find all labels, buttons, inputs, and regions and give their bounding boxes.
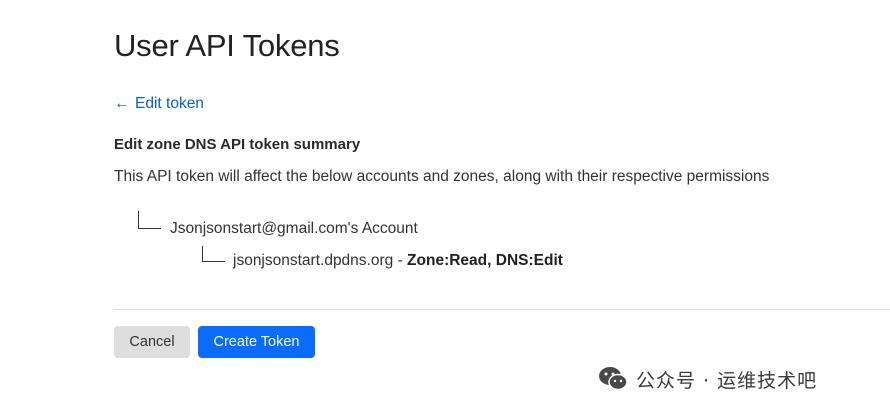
- zone-separator: -: [393, 252, 408, 269]
- create-token-button[interactable]: Create Token: [198, 326, 315, 358]
- zone-permission-row: jsonjsonstart.dpdns.org - Zone:Read, DNS…: [233, 252, 563, 270]
- edit-token-back-link[interactable]: ← Edit token: [114, 95, 204, 113]
- tree-connector-account: [138, 211, 161, 229]
- watermark-text: 公众号 · 运维技术吧: [636, 369, 818, 392]
- zone-permissions: Zone:Read, DNS:Edit: [407, 252, 563, 269]
- tree-connector-zone: [202, 246, 225, 262]
- back-link-label: Edit token: [135, 95, 204, 112]
- zone-name: jsonjsonstart.dpdns.org: [233, 252, 394, 269]
- account-name: Jsonjsonstart@gmail.com's Account: [170, 220, 418, 237]
- divider: [114, 309, 890, 310]
- cancel-button[interactable]: Cancel: [114, 326, 190, 358]
- token-summary-page: User API Tokens ← Edit token Edit zone D…: [0, 0, 890, 414]
- arrow-left-icon: ←: [114, 95, 130, 112]
- summary-heading: Edit zone DNS API token summary: [114, 136, 361, 153]
- wechat-icon: [599, 367, 628, 391]
- summary-description: This API token will affect the below acc…: [114, 168, 770, 185]
- page-title: User API Tokens: [114, 28, 340, 63]
- watermark: 公众号 · 运维技术吧: [598, 365, 817, 393]
